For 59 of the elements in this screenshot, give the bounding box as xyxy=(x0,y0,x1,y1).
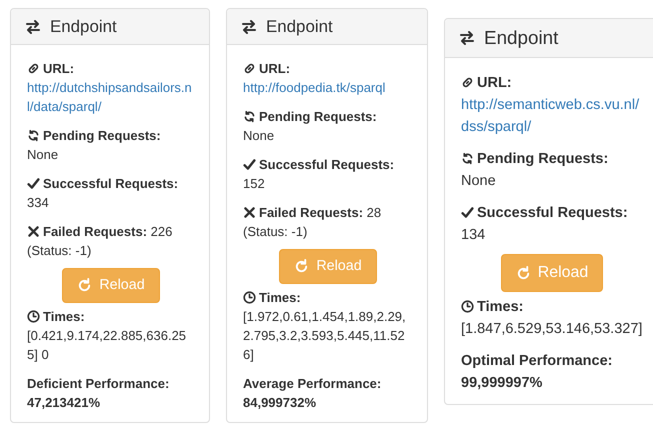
field-label: URL: xyxy=(477,75,512,91)
status-text: (Status: -1) xyxy=(243,224,308,239)
sync-icon xyxy=(461,152,474,165)
exchange-icon xyxy=(459,30,475,46)
link-icon xyxy=(461,76,474,89)
clock-icon xyxy=(461,300,474,313)
exchange-icon xyxy=(241,18,257,34)
field-value: None xyxy=(243,128,274,143)
sync-icon xyxy=(243,110,256,123)
field-label: Times: xyxy=(477,299,524,315)
field-label: Times: xyxy=(43,309,85,324)
clock-icon xyxy=(27,310,40,323)
check-icon xyxy=(243,158,256,171)
field-label: Failed Requests: xyxy=(43,224,148,239)
field-label: Pending Requests: xyxy=(477,151,608,167)
field-value: 152 xyxy=(243,176,265,191)
field-value: [1.972,0.61,1.454,1.89,2.29,2.795,3.2,3.593,5.445,11.526] xyxy=(243,309,406,362)
field-value: 334 xyxy=(27,195,49,210)
field-label: Pending Requests: xyxy=(43,128,161,143)
performance-value: 47,213421% xyxy=(27,395,100,410)
check-icon xyxy=(27,177,40,190)
link-icon xyxy=(243,62,256,75)
performance-value: 99,999997% xyxy=(461,375,542,391)
field-value: 226 xyxy=(150,224,172,239)
cross-icon xyxy=(27,225,40,238)
performance-value: 84,999732% xyxy=(243,395,316,410)
field-value: 134 xyxy=(461,227,486,243)
url-link[interactable]: http://foodpedia.tk/sparql xyxy=(243,78,413,97)
refresh-icon xyxy=(77,278,92,293)
field-label: Optimal Performance: xyxy=(461,353,612,369)
url-link[interactable]: http://semanticweb.cs.vu.nl/dss/sparql/ xyxy=(461,94,643,138)
refresh-icon xyxy=(294,259,310,274)
field-value: 28 xyxy=(366,205,382,220)
card-title: Endpoint xyxy=(50,17,117,36)
field-value: None xyxy=(461,173,496,189)
clock-icon xyxy=(243,291,256,304)
field-label: Pending Requests: xyxy=(259,109,377,124)
card-title: Endpoint xyxy=(266,17,333,36)
exchange-icon xyxy=(25,18,41,34)
field-label: URL: xyxy=(43,61,74,76)
field-label: Successful Requests: xyxy=(43,176,178,191)
field-value: [0.421,9.174,22.885,636.255] 0 xyxy=(27,328,186,362)
field-label: Times: xyxy=(259,290,301,305)
card-title: Endpoint xyxy=(484,27,558,49)
field-label: Successful Requests: xyxy=(259,157,394,172)
status-text: (Status: -1) xyxy=(27,243,92,258)
field-label: Average Performance: xyxy=(243,376,382,391)
url-link[interactable]: http://dutchshipsandsailors.nl/data/sparql/ xyxy=(27,78,195,116)
refresh-icon xyxy=(516,266,531,280)
field-value: None xyxy=(27,147,58,162)
cross-icon xyxy=(243,206,256,219)
field-label: URL: xyxy=(259,61,290,76)
field-value: [1.847,6.529,53.146,53.327] xyxy=(461,321,642,337)
field-label: Successful Requests: xyxy=(477,205,628,221)
link-icon xyxy=(27,62,40,75)
check-icon xyxy=(461,206,474,219)
sync-icon xyxy=(27,129,40,142)
field-label: Failed Requests: xyxy=(259,205,364,220)
field-label: Deficient Performance: xyxy=(27,376,170,391)
